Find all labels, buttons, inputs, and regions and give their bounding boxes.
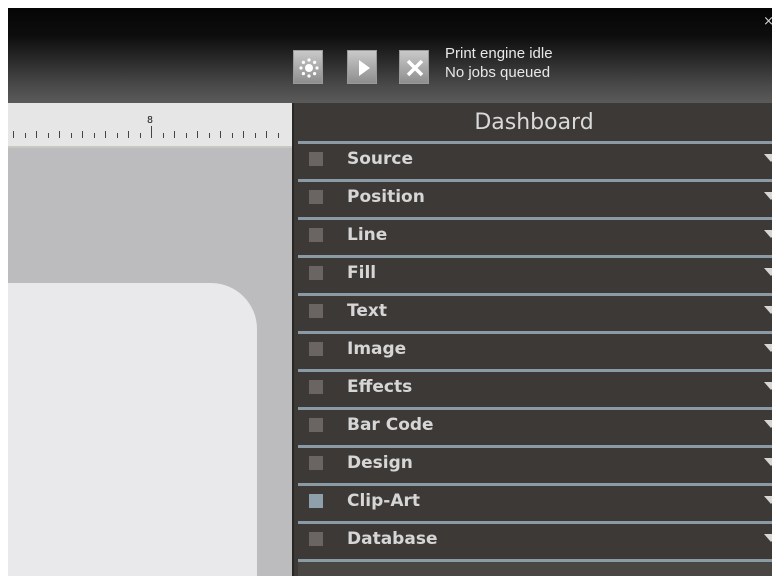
ruler-tick	[82, 131, 83, 138]
section-label: Source	[347, 149, 414, 169]
horizontal-ruler: 8	[8, 103, 292, 148]
section-toggle-square-icon[interactable]	[309, 152, 323, 166]
section-toggle-square-icon[interactable]	[309, 228, 323, 242]
ruler-tick	[116, 133, 118, 138]
ruler-tick	[139, 133, 141, 138]
ruler-tick	[254, 133, 256, 138]
close-icon[interactable]: ×	[763, 14, 772, 29]
ruler-tick	[208, 133, 210, 138]
top-toolbar: × Print engine idle No jobs queued	[8, 8, 772, 103]
dashboard-panel: Dashboard Source Position Line Fill Text Imag…	[292, 103, 772, 576]
ruler-tick	[36, 131, 37, 138]
dashboard-section-source[interactable]: Source	[298, 141, 772, 177]
ruler-tick	[243, 131, 244, 138]
dashboard-section-clip-art[interactable]: Clip-Art	[298, 483, 772, 519]
expand-arrow-icon[interactable]	[764, 458, 772, 466]
expand-arrow-icon[interactable]	[764, 496, 772, 504]
ruler-tick	[231, 133, 233, 138]
dashboard-title: Dashboard	[474, 110, 594, 135]
section-toggle-square-icon[interactable]	[309, 190, 323, 204]
card-page[interactable]	[8, 283, 257, 576]
ruler-tick	[151, 126, 152, 138]
print-status: Print engine idle No jobs queued	[445, 44, 553, 82]
dashboard-section-bar-code[interactable]: Bar Code	[298, 407, 772, 443]
ruler-tick	[47, 133, 49, 138]
job-queue-status: No jobs queued	[445, 64, 551, 81]
section-label: Design	[347, 453, 413, 473]
section-toggle-square-icon[interactable]	[309, 532, 323, 546]
expand-arrow-icon[interactable]	[764, 534, 772, 542]
dashboard-section-design[interactable]: Design	[298, 445, 772, 481]
print-engine-status: Print engine idle	[445, 45, 553, 62]
play-icon	[359, 60, 370, 76]
ruler-tick	[105, 131, 106, 138]
section-label: Clip-Art	[347, 491, 421, 511]
expand-arrow-icon[interactable]	[764, 344, 772, 352]
section-toggle-square-icon[interactable]	[309, 342, 323, 356]
expand-arrow-icon[interactable]	[764, 382, 772, 390]
ruler-tick	[197, 131, 198, 138]
ruler-tick	[266, 131, 267, 138]
section-toggle-square-icon[interactable]	[309, 304, 323, 318]
cancel-button[interactable]	[399, 50, 429, 84]
ruler-tick	[93, 133, 95, 138]
section-label: Position	[347, 187, 425, 207]
ruler-tick	[220, 131, 221, 138]
expand-arrow-icon[interactable]	[764, 154, 772, 162]
section-label: Effects	[347, 377, 413, 397]
expand-arrow-icon[interactable]	[764, 306, 772, 314]
design-canvas[interactable]	[8, 148, 292, 576]
section-label: Bar Code	[347, 415, 434, 435]
ruler-tick	[59, 131, 60, 138]
dashboard-section-fill[interactable]: Fill	[298, 255, 772, 291]
ruler-label: 8	[147, 115, 154, 126]
app-window: × Print engine idle No jobs queued 8 Das…	[8, 8, 772, 576]
expand-arrow-icon[interactable]	[764, 420, 772, 428]
dashboard-section-text[interactable]: Text	[298, 293, 772, 329]
section-label: Text	[347, 301, 387, 321]
section-label: Fill	[347, 263, 377, 283]
section-label: Database	[347, 529, 438, 549]
section-toggle-square-icon[interactable]	[309, 456, 323, 470]
ruler-tick	[70, 133, 72, 138]
dashboard-section-database[interactable]: Database	[298, 521, 772, 557]
section-label: Line	[347, 225, 388, 245]
expand-arrow-icon[interactable]	[764, 192, 772, 200]
section-toggle-square-icon[interactable]	[309, 266, 323, 280]
dashboard-section-image[interactable]: Image	[298, 331, 772, 367]
cancel-x-icon	[406, 59, 424, 77]
dashboard-footer	[298, 559, 772, 576]
section-label: Image	[347, 339, 407, 359]
ruler-tick	[162, 133, 164, 138]
ruler-tick	[277, 133, 279, 138]
section-toggle-square-icon[interactable]	[309, 494, 323, 508]
dashboard-section-position[interactable]: Position	[298, 179, 772, 215]
section-toggle-square-icon[interactable]	[309, 418, 323, 432]
ruler-tick	[24, 133, 26, 138]
settings-button[interactable]	[293, 50, 323, 84]
section-toggle-square-icon[interactable]	[309, 380, 323, 394]
expand-arrow-icon[interactable]	[764, 230, 772, 238]
ruler-tick	[128, 131, 129, 138]
dashboard-section-effects[interactable]: Effects	[298, 369, 772, 405]
play-button[interactable]	[347, 50, 377, 84]
settings-gear-icon	[299, 58, 319, 78]
ruler-tick	[13, 131, 14, 138]
ruler-tick	[185, 133, 187, 138]
dashboard-section-line[interactable]: Line	[298, 217, 772, 253]
expand-arrow-icon[interactable]	[764, 268, 772, 276]
ruler-tick	[174, 131, 175, 138]
